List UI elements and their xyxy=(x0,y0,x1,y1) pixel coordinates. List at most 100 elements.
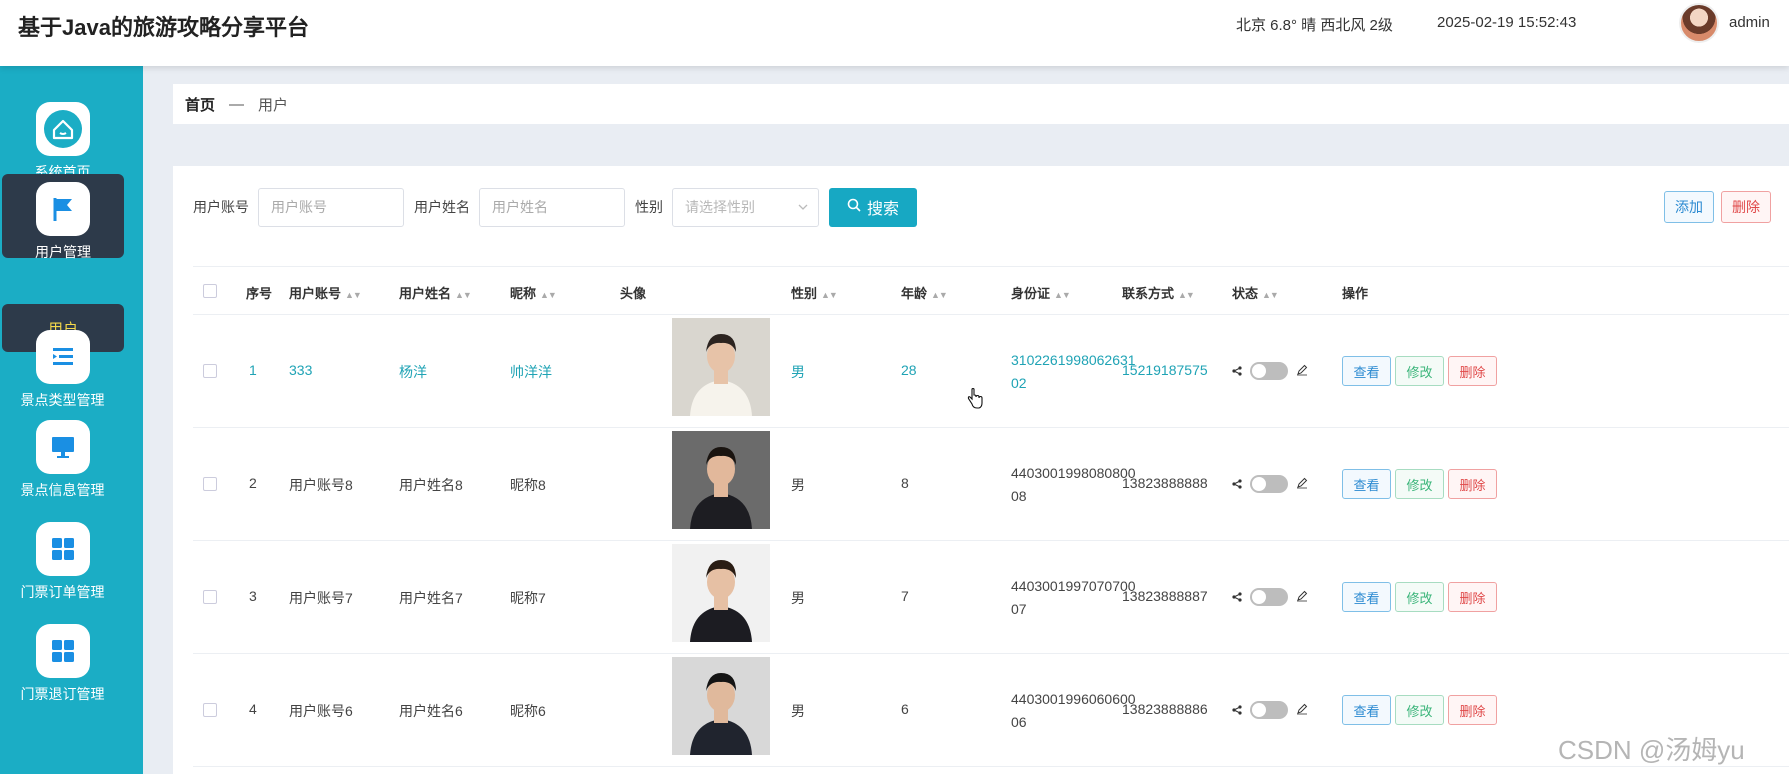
content-panel: 用户账号 用户账号 用户姓名 用户姓名 性别 请选择性别 搜索 添加 删除 序号… xyxy=(173,166,1789,774)
share-icon[interactable] xyxy=(1232,590,1242,605)
cell-no: 1 xyxy=(249,362,257,378)
breadcrumb-home[interactable]: 首页 xyxy=(185,94,215,115)
weather-info: 北京 6.8° 晴 西北风 2级 xyxy=(1236,17,1393,34)
sort-icon[interactable]: ▲▼ xyxy=(821,290,838,300)
sidebar-item-scenic-type[interactable]: 景点类型管理 xyxy=(0,330,125,410)
header-status[interactable]: 状态 ▲▼ xyxy=(1232,283,1279,302)
header-idcard[interactable]: 身份证 ▲▼ xyxy=(1011,283,1071,302)
table-row: 1 333 杨洋 帅洋洋 男 28 310226199806263102 152… xyxy=(193,315,1789,428)
status-toggle[interactable] xyxy=(1250,588,1288,606)
account-input[interactable]: 用户账号 xyxy=(258,187,404,227)
edit-button[interactable]: 修改 xyxy=(1395,356,1444,386)
header-gender[interactable]: 性别 ▲▼ xyxy=(791,283,838,302)
delete-button[interactable]: 删除 xyxy=(1448,582,1497,612)
row-checkbox[interactable] xyxy=(203,590,217,604)
cell-account: 333 xyxy=(289,362,313,378)
gender-label: 性别 xyxy=(635,199,663,215)
cell-account: 用户账号8 xyxy=(289,477,353,493)
gender-select-placeholder: 请选择性别 xyxy=(685,199,755,215)
add-button[interactable]: 添加 xyxy=(1664,191,1714,223)
status-toggle[interactable] xyxy=(1250,362,1288,380)
cell-account: 用户账号6 xyxy=(289,703,353,719)
table-row: 4 用户账号6 用户姓名6 昵称6 男 6 440300199606060006… xyxy=(193,654,1789,767)
delete-button[interactable]: 删除 xyxy=(1448,469,1497,499)
sidebar-item-label: 用户管理 xyxy=(35,244,91,260)
header-age[interactable]: 年龄 ▲▼ xyxy=(901,283,948,302)
sort-icon[interactable]: ▲▼ xyxy=(1054,290,1071,300)
delete-button[interactable]: 删除 xyxy=(1448,356,1497,386)
row-checkbox[interactable] xyxy=(203,703,217,717)
header-name[interactable]: 用户姓名 ▲▼ xyxy=(399,283,472,302)
edit-button[interactable]: 修改 xyxy=(1395,695,1444,725)
edit-icon[interactable] xyxy=(1296,477,1308,492)
header-nickname[interactable]: 昵称 ▲▼ xyxy=(510,283,557,302)
sort-icon[interactable]: ▲▼ xyxy=(1262,290,1279,300)
cell-nickname: 昵称6 xyxy=(510,703,546,719)
cell-gender: 男 xyxy=(791,703,805,719)
row-checkbox[interactable] xyxy=(203,477,217,491)
view-button[interactable]: 查看 xyxy=(1342,469,1391,499)
header-account[interactable]: 用户账号 ▲▼ xyxy=(289,283,362,302)
sidebar-item-label: 门票退订管理 xyxy=(20,686,105,702)
share-icon[interactable] xyxy=(1232,477,1242,492)
sidebar-item-scenic-info[interactable]: 景点信息管理 xyxy=(0,420,125,500)
status-controls xyxy=(1232,588,1308,606)
delete-button[interactable]: 删除 xyxy=(1448,695,1497,725)
cell-gender: 男 xyxy=(791,477,805,493)
status-toggle[interactable] xyxy=(1250,475,1288,493)
cell-age: 7 xyxy=(901,588,909,604)
hand-cursor-icon xyxy=(966,387,984,413)
edit-button[interactable]: 修改 xyxy=(1395,469,1444,499)
search-button[interactable]: 搜索 xyxy=(829,187,917,227)
search-icon xyxy=(847,198,861,217)
view-button[interactable]: 查看 xyxy=(1342,356,1391,386)
view-button[interactable]: 查看 xyxy=(1342,582,1391,612)
sort-icon[interactable]: ▲▼ xyxy=(931,290,948,300)
sidebar-item-label: 门票订单管理 xyxy=(20,584,105,600)
cell-no: 2 xyxy=(249,475,257,491)
breadcrumb-separator: — xyxy=(229,95,245,113)
avatar-photo xyxy=(672,431,770,529)
user-table: 序号 用户账号 ▲▼ 用户姓名 ▲▼ 昵称 ▲▼ 头像 性别 ▲▼ 年龄 ▲▼ 身份证 ▲▼… xyxy=(193,266,1789,767)
avatar[interactable] xyxy=(1679,3,1719,43)
sidebar-item-label: 景点类型管理 xyxy=(20,392,105,408)
username[interactable]: admin xyxy=(1729,14,1770,31)
select-all-checkbox[interactable] xyxy=(203,284,217,298)
cell-name: 用户姓名6 xyxy=(399,703,463,719)
cell-nickname: 帅洋洋 xyxy=(510,364,552,380)
cell-nickname: 昵称8 xyxy=(510,477,546,493)
share-icon[interactable] xyxy=(1232,703,1242,718)
edit-icon[interactable] xyxy=(1296,364,1308,379)
sort-icon[interactable]: ▲▼ xyxy=(345,290,362,300)
flag-icon xyxy=(36,182,90,236)
sort-icon[interactable]: ▲▼ xyxy=(1178,290,1195,300)
avatar-photo xyxy=(672,318,770,416)
gender-select[interactable]: 请选择性别 xyxy=(672,187,819,227)
row-actions: 查看 修改 删除 xyxy=(1342,356,1497,386)
datetime: 2025-02-19 15:52:43 xyxy=(1437,14,1577,31)
row-checkbox[interactable] xyxy=(203,364,217,378)
batch-delete-button[interactable]: 删除 xyxy=(1721,191,1771,223)
sidebar-item-users[interactable]: 用户管理 xyxy=(2,174,124,260)
cell-gender: 男 xyxy=(791,364,805,380)
edit-icon[interactable] xyxy=(1296,590,1308,605)
top-header: 基于Java的旅游攻略分享平台 北京 6.8° 晴 西北风 2级 2025-02… xyxy=(0,0,1789,66)
cell-gender: 男 xyxy=(791,590,805,606)
edit-icon[interactable] xyxy=(1296,703,1308,718)
sort-icon[interactable]: ▲▼ xyxy=(540,290,557,300)
header-phone[interactable]: 联系方式 ▲▼ xyxy=(1122,283,1195,302)
cell-account: 用户账号7 xyxy=(289,590,353,606)
edit-button[interactable]: 修改 xyxy=(1395,582,1444,612)
sort-icon[interactable]: ▲▼ xyxy=(455,290,472,300)
sidebar-item-ticket-orders[interactable]: 门票订单管理 xyxy=(0,522,125,602)
status-toggle[interactable] xyxy=(1250,701,1288,719)
sidebar: 系统首页 用户管理 用户 景点类型管理 景点信息管理 门票订单管理 门票退订管理 xyxy=(0,66,143,774)
grid-icon xyxy=(35,624,90,678)
share-icon[interactable] xyxy=(1232,364,1242,379)
name-input[interactable]: 用户姓名 xyxy=(479,187,625,227)
status-controls xyxy=(1232,701,1308,719)
search-button-label: 搜索 xyxy=(866,201,899,218)
sidebar-item-home[interactable]: 系统首页 xyxy=(0,102,125,182)
sidebar-item-ticket-refunds[interactable]: 门票退订管理 xyxy=(0,624,125,704)
view-button[interactable]: 查看 xyxy=(1342,695,1391,725)
